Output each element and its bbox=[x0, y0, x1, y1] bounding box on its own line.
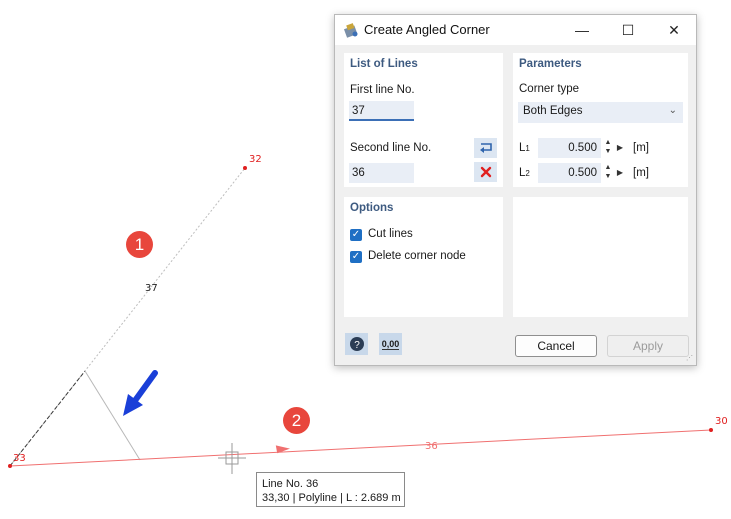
cut-lines-checkbox[interactable]: ✓ bbox=[350, 229, 362, 241]
l1-input[interactable]: 0.500 bbox=[538, 138, 601, 158]
cut-lines-label[interactable]: Cut lines bbox=[368, 228, 413, 240]
line-label-37: 37 bbox=[145, 283, 158, 294]
l1-unit: [m] bbox=[633, 142, 649, 154]
l1-menu-arrow-icon[interactable]: ▶ bbox=[616, 138, 624, 158]
swap-lines-icon[interactable] bbox=[474, 138, 497, 158]
node-label-33: 33 bbox=[13, 453, 26, 464]
corner-type-select[interactable]: Both Edges ⌄ bbox=[518, 102, 683, 123]
node-32[interactable] bbox=[243, 166, 247, 170]
pointer-arrow-icon bbox=[123, 370, 158, 416]
units-decimal-icon[interactable]: 0,00 bbox=[379, 333, 402, 355]
line-tooltip: Line No. 36 33,30 | Polyline | L : 2.689… bbox=[256, 472, 405, 507]
line-37[interactable] bbox=[9, 167, 246, 467]
l1-spinner-icon[interactable]: ▲ ▼ bbox=[603, 138, 613, 158]
l2-input[interactable]: 0.500 bbox=[538, 163, 601, 183]
delete-corner-node-checkbox[interactable]: ✓ bbox=[350, 251, 362, 263]
list-of-lines-title: List of Lines bbox=[350, 58, 418, 70]
step-marker-2: 2 bbox=[283, 407, 310, 434]
clear-selection-icon[interactable] bbox=[474, 162, 497, 182]
first-line-label: First line No. bbox=[350, 84, 415, 96]
node-label-32: 32 bbox=[249, 154, 262, 165]
parameters-panel: Parameters Corner type Both Edges ⌄ L1 0… bbox=[513, 53, 688, 187]
apply-button[interactable]: Apply bbox=[607, 335, 689, 357]
second-line-input[interactable]: 36 bbox=[349, 163, 414, 183]
parameters-title: Parameters bbox=[519, 58, 582, 70]
maximize-button[interactable]: ☐ bbox=[605, 15, 651, 45]
svg-text:?: ? bbox=[354, 340, 360, 351]
close-button[interactable]: ✕ bbox=[651, 15, 697, 45]
dialog-titlebar[interactable]: Create Angled Corner — ☐ ✕ bbox=[335, 15, 696, 45]
dialog-app-icon bbox=[343, 23, 358, 38]
line-label-36: 36 bbox=[425, 441, 438, 452]
l1-label: L1 bbox=[519, 142, 530, 154]
l2-menu-arrow-icon[interactable]: ▶ bbox=[616, 163, 624, 183]
help-icon[interactable]: ? bbox=[345, 333, 368, 355]
options-panel: Options ✓ Cut lines ✓ Delete corner node bbox=[344, 197, 503, 317]
l2-label: L2 bbox=[519, 167, 530, 179]
minimize-button[interactable]: — bbox=[559, 15, 605, 45]
l2-unit: [m] bbox=[633, 167, 649, 179]
corner-type-label: Corner type bbox=[519, 83, 580, 95]
chevron-down-icon: ⌄ bbox=[668, 105, 677, 116]
cursor-crosshair-icon bbox=[218, 443, 246, 474]
first-line-input[interactable]: 37 bbox=[349, 101, 414, 121]
node-30[interactable] bbox=[709, 428, 713, 432]
dialog-title: Create Angled Corner bbox=[364, 22, 490, 37]
l2-spinner-icon[interactable]: ▲ ▼ bbox=[603, 163, 613, 183]
node-33[interactable] bbox=[8, 464, 12, 468]
second-line-label: Second line No. bbox=[350, 142, 432, 154]
delete-corner-node-label[interactable]: Delete corner node bbox=[368, 250, 466, 262]
line-36[interactable] bbox=[9, 429, 712, 467]
cancel-button[interactable]: Cancel bbox=[515, 335, 597, 357]
tooltip-line-details: 33,30 | Polyline | L : 2.689 m bbox=[262, 492, 401, 504]
chamfer-line bbox=[84, 370, 141, 461]
list-of-lines-panel: List of Lines First line No. 37 Second l… bbox=[344, 53, 503, 187]
options-title: Options bbox=[350, 202, 394, 214]
create-angled-corner-dialog: Create Angled Corner — ☐ ✕ List of Lines… bbox=[334, 14, 697, 366]
step-marker-1: 1 bbox=[126, 231, 153, 258]
empty-panel bbox=[513, 197, 688, 317]
node-label-30: 30 bbox=[715, 416, 728, 427]
corner-type-value: Both Edges bbox=[523, 105, 583, 117]
resize-grip-icon[interactable]: ⋰ bbox=[686, 355, 694, 363]
tooltip-line-number: Line No. 36 bbox=[262, 478, 319, 490]
